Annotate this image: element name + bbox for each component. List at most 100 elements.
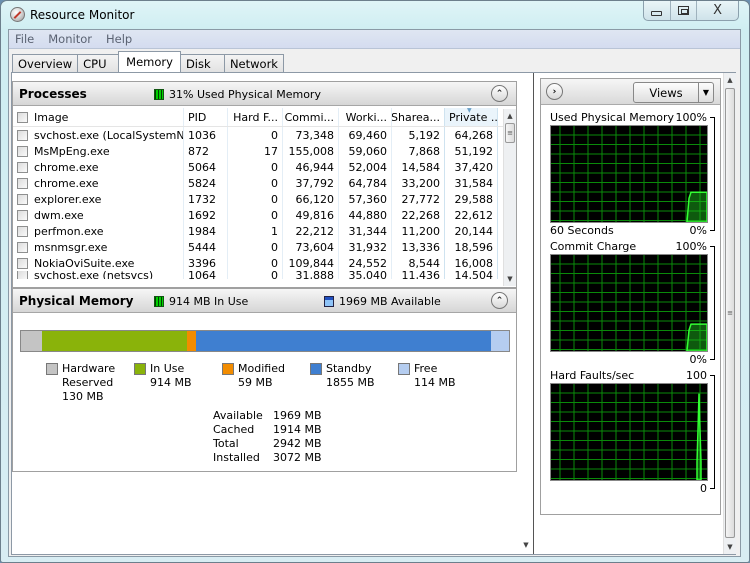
column-header-private[interactable]: ▼ Private ...: [444, 108, 498, 126]
table-row[interactable]: explorer.exe 1732 0 66,120 57,360 27,772 29,58…: [13, 191, 503, 207]
table-row[interactable]: chrome.exe 5824 0 37,792 64,784 33,200 31,584: [13, 175, 503, 191]
cell-pid: 1064: [183, 271, 227, 279]
process-name: svchost.exe (LocalSystemNet...: [34, 128, 183, 142]
table-row[interactable]: NokiaOviSuite.exe 3396 0 109,844 24,552 8,544…: [13, 255, 503, 271]
stat-value: 2942 MB: [273, 437, 322, 450]
close-button[interactable]: X: [697, 1, 738, 20]
table-row[interactable]: svchost.exe (LocalSystemNet...1036073,34…: [13, 127, 503, 143]
legend-item: Hardware Reserved 130 MB: [46, 362, 115, 404]
tab-overview[interactable]: Overview: [12, 54, 79, 72]
row-checkbox[interactable]: [17, 241, 28, 253]
table-row[interactable]: MsMpEng.exe 872 17 155,008 59,060 7,868 51,192: [13, 143, 503, 159]
stat-row: Total 2942 MB: [213, 437, 333, 451]
scroll-up-arrow-icon[interactable]: ▲: [724, 73, 736, 87]
column-header-pid[interactable]: PID: [183, 108, 227, 126]
close-icon: X: [713, 3, 723, 18]
graph-max-label: 100%: [675, 111, 707, 124]
menu-monitor[interactable]: Monitor: [48, 32, 92, 46]
cell-hard-faults: 0: [227, 159, 282, 175]
stat-value: 3072 MB: [273, 451, 322, 464]
dropdown-arrow-icon[interactable]: ▼: [698, 83, 713, 102]
scroll-down-arrow-icon[interactable]: ▼: [724, 540, 736, 554]
table-row[interactable]: dwm.exe 1692 0 49,816 44,880 22,268 22,612: [13, 207, 503, 223]
minimize-button[interactable]: [644, 1, 671, 20]
views-dropdown[interactable]: Views ▼: [633, 82, 714, 103]
process-name: NokiaOviSuite.exe: [34, 256, 135, 270]
row-checkbox[interactable]: [17, 209, 28, 221]
cell-image: chrome.exe: [13, 159, 183, 175]
tab-cpu[interactable]: CPU: [77, 54, 120, 72]
title-bar: Resource Monitor X: [1, 1, 749, 29]
cell-shareable: 8,544: [391, 255, 444, 271]
splitter[interactable]: [533, 73, 534, 554]
column-header-image[interactable]: Image: [13, 108, 183, 126]
cell-working-set: 35,040: [338, 271, 391, 279]
row-checkbox[interactable]: [17, 257, 28, 269]
row-checkbox[interactable]: [17, 145, 28, 157]
memory-segment-modified: [186, 331, 197, 351]
collapse-processes-button[interactable]: ⌃: [491, 85, 508, 102]
scroll-thumb[interactable]: ≡: [505, 123, 515, 143]
physical-memory-header[interactable]: Physical Memory 914 MB In Use 1969 MB Av…: [13, 289, 516, 313]
row-checkbox[interactable]: [17, 225, 28, 237]
column-header-commit[interactable]: Commi...: [282, 108, 338, 126]
cell-pid: 3396: [183, 255, 227, 271]
cell-shareable: 33,200: [391, 175, 444, 191]
row-checkbox[interactable]: [17, 161, 28, 173]
table-row[interactable]: svchost.exe (netsvcs) 1064 0 31,888 35,040 11…: [13, 271, 503, 279]
graph-canvas: [550, 383, 708, 481]
processes-title: Processes: [19, 87, 87, 101]
collapse-physical-memory-button[interactable]: ⌃: [491, 292, 508, 309]
legend-text: Free 114 MB: [414, 362, 456, 390]
tab-network[interactable]: Network: [223, 54, 284, 72]
legend-text: Modified 59 MB: [238, 362, 285, 390]
column-header-shareable[interactable]: Sharea...: [391, 108, 444, 126]
processes-scrollbar[interactable]: ▲ ≡ ▼: [503, 109, 516, 286]
expand-panel-button[interactable]: ›: [546, 83, 563, 100]
scroll-down-arrow-icon[interactable]: ▼: [504, 272, 516, 286]
graphs-panel-header: › Views ▼: [541, 79, 720, 105]
processes-table: Image PID Hard F... Commi... Worki... Sh…: [13, 108, 503, 279]
column-header-working-set[interactable]: Worki...: [338, 108, 391, 126]
chevron-right-icon: ›: [552, 86, 557, 97]
cell-commit: 73,348: [282, 127, 338, 143]
minimize-icon: [651, 10, 663, 16]
table-row[interactable]: chrome.exe 5064 0 46,944 52,004 14,584 37,420: [13, 159, 503, 175]
cell-pid: 872: [183, 143, 227, 159]
cell-commit: 22,212: [282, 223, 338, 239]
row-checkbox[interactable]: [17, 129, 28, 141]
graph-title: Commit Charge: [550, 240, 637, 253]
memory-segment-hardware-reserved: [21, 331, 42, 351]
processes-header[interactable]: Processes 31% Used Physical Memory ⌃: [13, 82, 516, 106]
resource-monitor-app-icon: [10, 7, 25, 22]
cell-shareable: 22,268: [391, 207, 444, 223]
scroll-down-arrow-icon[interactable]: ▼: [519, 538, 533, 552]
graph-scale-bracket: [710, 246, 715, 360]
row-checkbox[interactable]: [17, 177, 28, 189]
menu-file[interactable]: File: [15, 32, 34, 46]
cell-pid: 5444: [183, 239, 227, 255]
caption-buttons: X: [643, 1, 739, 21]
right-panel-scrollbar[interactable]: ▲ ≡ ▼: [723, 73, 736, 554]
column-header-hard-faults[interactable]: Hard F...: [227, 108, 282, 126]
scroll-thumb[interactable]: ≡: [725, 88, 735, 538]
row-checkbox[interactable]: [17, 193, 28, 205]
cell-commit: 37,792: [282, 175, 338, 191]
scroll-up-arrow-icon[interactable]: ▲: [504, 109, 516, 123]
process-name: chrome.exe: [34, 160, 99, 174]
left-area-scrollbar[interactable]: ▼: [519, 73, 533, 554]
cell-shareable: 11,200: [391, 223, 444, 239]
cell-image: svchost.exe (netsvcs): [13, 271, 183, 279]
tab-memory[interactable]: Memory: [118, 51, 181, 72]
maximize-button[interactable]: [671, 1, 698, 20]
row-checkbox[interactable]: [17, 271, 28, 279]
client-area: File Monitor Help Overview CPU Memory Di…: [8, 29, 741, 557]
tab-disk[interactable]: Disk: [179, 54, 225, 72]
table-row[interactable]: msnmsgr.exe 5444 0 73,604 31,932 13,336 18,596: [13, 239, 503, 255]
table-row[interactable]: perfmon.exe 1984 1 22,212 31,344 11,200 20,144: [13, 223, 503, 239]
menu-help[interactable]: Help: [106, 32, 132, 46]
legend-line: 1855 MB: [326, 376, 375, 389]
select-all-checkbox[interactable]: [17, 111, 28, 123]
cell-working-set: 31,344: [338, 223, 391, 239]
cell-pid: 1036: [183, 127, 227, 143]
